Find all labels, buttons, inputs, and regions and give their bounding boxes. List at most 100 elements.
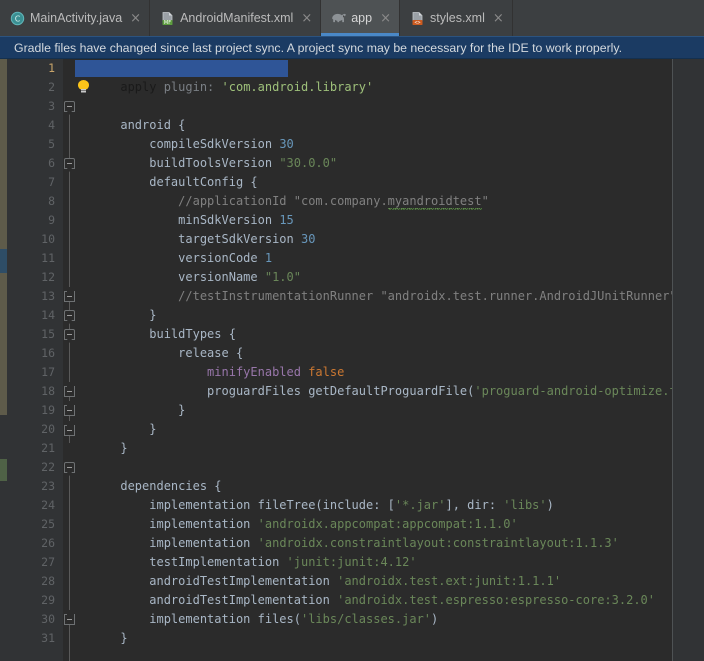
code-line-13[interactable]: } — [77, 287, 156, 322]
line-number[interactable]: 7 — [15, 173, 55, 192]
fold-toggle-dependencies[interactable] — [64, 462, 75, 473]
vcs-change-strip[interactable] — [0, 59, 7, 661]
line-number[interactable]: 5 — [15, 135, 55, 154]
line-number[interactable]: 9 — [15, 211, 55, 230]
xml-resource-file-icon: <> — [410, 11, 425, 26]
code-line-10[interactable]: versionCode 1 — [77, 230, 272, 265]
tab-label: styles.xml — [430, 10, 485, 25]
line-number[interactable]: 21 — [15, 439, 55, 458]
code-line-24[interactable]: implementation 'androidx.appcompat:appco… — [77, 496, 517, 531]
fold-end-dependencies[interactable] — [64, 610, 75, 625]
code-line-15[interactable]: release { — [77, 325, 243, 360]
line-number[interactable]: 6 — [15, 154, 55, 173]
tab-label: AndroidManifest.xml — [180, 10, 294, 25]
close-icon[interactable]: × — [130, 12, 141, 25]
code-line-3[interactable]: android { — [77, 97, 185, 132]
editor-scrollbar-track[interactable] — [673, 59, 704, 661]
fold-toggle-defaultconfig[interactable] — [64, 158, 75, 169]
line-number[interactable]: 19 — [15, 401, 55, 420]
fold-end-buildtypes[interactable] — [64, 401, 75, 416]
lightbulb-icon[interactable] — [78, 80, 89, 93]
code-editor[interactable]: 1 2 3 4 5 6 7 8 9 10 11 12 13 14 15 16 17 18 19 20 21 22 23 24 2… — [0, 59, 704, 661]
close-icon[interactable]: × — [301, 12, 312, 25]
line-number[interactable]: 15 — [15, 325, 55, 344]
code-line-11[interactable]: versionName "1.0" — [77, 249, 301, 284]
line-number[interactable]: 29 — [15, 591, 55, 610]
line-number[interactable]: 26 — [15, 534, 55, 553]
java-class-icon: C — [10, 11, 25, 26]
line-number[interactable]: 25 — [15, 515, 55, 534]
line-number[interactable]: 1 — [15, 59, 55, 78]
line-number[interactable]: 31 — [15, 629, 55, 648]
line-number[interactable]: 20 — [15, 420, 55, 439]
line-number[interactable]: 14 — [15, 306, 55, 325]
close-icon[interactable]: × — [380, 12, 391, 25]
svg-text:<>: <> — [414, 20, 420, 26]
gradle-sync-notification-bar[interactable]: Gradle files have changed since last pro… — [0, 36, 704, 59]
code-line-26[interactable]: testImplementation 'junit:junit:4.12' — [77, 534, 416, 569]
editor-tab-bar: C MainActivity.java × MF AndroidManifest… — [0, 0, 704, 36]
line-number[interactable]: 17 — [15, 363, 55, 382]
code-line-6[interactable]: defaultConfig { — [77, 154, 257, 189]
fold-end-release[interactable] — [64, 382, 75, 397]
tab-mainactivity-java[interactable]: C MainActivity.java × — [0, 0, 151, 36]
line-number[interactable]: 10 — [15, 230, 55, 249]
line-number[interactable]: 12 — [15, 268, 55, 287]
code-line-25[interactable]: implementation 'androidx.constraintlayou… — [77, 515, 619, 550]
code-line-4[interactable]: compileSdkVersion 30 — [77, 116, 294, 151]
tab-styles-xml[interactable]: <> styles.xml × — [400, 0, 513, 36]
line-number[interactable]: 23 — [15, 477, 55, 496]
code-line-1[interactable]: apply plugin: 'com.android.library' — [77, 59, 373, 94]
line-number[interactable]: 22 — [15, 458, 55, 477]
code-line-18[interactable]: } — [77, 382, 185, 417]
fold-toggle-release[interactable] — [64, 329, 75, 340]
tab-app-gradle[interactable]: app × — [321, 0, 400, 36]
code-folding-gutter[interactable] — [63, 59, 77, 661]
fold-toggle-buildtypes[interactable] — [64, 310, 75, 321]
code-line-14[interactable]: buildTypes { — [77, 306, 236, 341]
gradle-elephant-icon — [331, 11, 347, 26]
vcs-marker-added[interactable] — [0, 459, 7, 481]
code-text-area[interactable]: apply plugin: 'com.android.library' andr… — [75, 59, 704, 661]
code-line-22[interactable]: dependencies { — [77, 458, 221, 493]
fold-region-line — [69, 463, 70, 629]
code-line-12[interactable]: //testInstrumentationRunner "androidx.te… — [77, 268, 677, 303]
code-line-16[interactable]: minifyEnabled false — [77, 344, 344, 379]
tab-androidmanifest-xml[interactable]: MF AndroidManifest.xml × — [150, 0, 322, 36]
code-line-7[interactable]: //applicationId "com.company.myandroidte… — [77, 173, 489, 209]
fold-toggle-android[interactable] — [64, 101, 75, 112]
line-number[interactable]: 2 — [15, 78, 55, 97]
svg-text:C: C — [15, 14, 21, 23]
code-line-5[interactable]: buildToolsVersion "30.0.0" — [77, 135, 337, 170]
line-number[interactable]: 30 — [15, 610, 55, 629]
line-number[interactable]: 18 — [15, 382, 55, 401]
line-number[interactable]: 11 — [15, 249, 55, 268]
line-number[interactable]: 28 — [15, 572, 55, 591]
code-line-23[interactable]: implementation fileTree(include: ['*.jar… — [77, 477, 554, 512]
code-line-19[interactable]: } — [77, 401, 156, 436]
line-number[interactable]: 4 — [15, 116, 55, 135]
code-line-17[interactable]: proguardFiles getDefaultProguardFile('pr… — [77, 363, 704, 398]
line-number[interactable]: 13 — [15, 287, 55, 306]
code-line-30[interactable]: } — [77, 610, 127, 645]
fold-end-defaultconfig[interactable] — [64, 287, 75, 302]
code-line-20[interactable]: } — [77, 420, 127, 455]
vcs-marker-modified[interactable] — [0, 273, 7, 415]
tab-label: app — [351, 10, 373, 25]
line-number[interactable]: 8 — [15, 192, 55, 211]
vcs-marker-modified[interactable] — [0, 59, 7, 249]
code-line-9[interactable]: targetSdkVersion 30 — [77, 211, 315, 246]
code-line-8[interactable]: minSdkVersion 15 — [77, 192, 294, 227]
tab-label: MainActivity.java — [30, 10, 123, 25]
line-number[interactable]: 27 — [15, 553, 55, 572]
line-number[interactable]: 3 — [15, 97, 55, 116]
code-line-28[interactable]: androidTestImplementation 'androidx.test… — [77, 572, 655, 607]
line-number[interactable]: 16 — [15, 344, 55, 363]
code-line-27[interactable]: androidTestImplementation 'androidx.test… — [77, 553, 561, 588]
vcs-marker-current-change[interactable] — [0, 249, 7, 273]
notification-message: Gradle files have changed since last pro… — [14, 40, 623, 55]
line-number[interactable]: 24 — [15, 496, 55, 515]
code-line-29[interactable]: implementation files('libs/classes.jar') — [77, 591, 438, 626]
close-icon[interactable]: × — [493, 12, 504, 25]
fold-end-android[interactable] — [64, 421, 75, 436]
